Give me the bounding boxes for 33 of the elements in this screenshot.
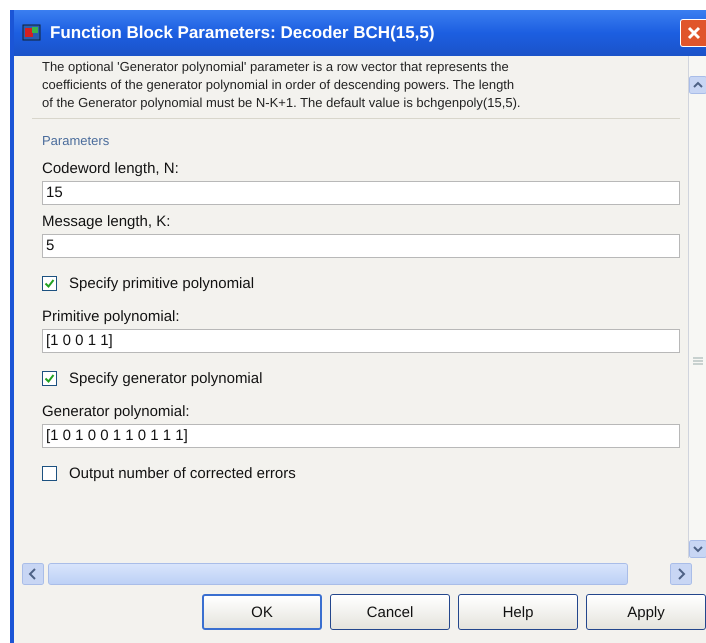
app-icon	[22, 23, 42, 43]
field-label: Primitive polynomial:	[42, 308, 181, 325]
description-text: coefficients of the generator polynomial in order of descending powers. The length	[42, 76, 516, 94]
field-label: Message length, K:	[42, 213, 172, 230]
scroll-right-icon[interactable]	[670, 563, 692, 585]
group-title: Parameters	[42, 133, 110, 148]
scroll-left-icon[interactable]	[22, 563, 44, 585]
checkbox-label: Output number of corrected errors	[69, 464, 296, 482]
vertical-scrollbar[interactable]	[688, 56, 706, 558]
checkbox-label: Specify generator polynomial	[69, 370, 262, 386]
dialog-button[interactable]: Apply	[586, 594, 706, 630]
input-field[interactable]: [1 0 0 1 1]	[42, 329, 680, 353]
input-field[interactable]: 15	[42, 181, 680, 205]
checkbox[interactable]	[42, 466, 57, 480]
close-button[interactable]	[680, 19, 706, 47]
input-field[interactable]: [1 0 1 0 0 1 1 0 1 1 1]	[42, 424, 680, 448]
field-label: Codeword length, N:	[42, 160, 180, 177]
description-text: of the Generator polynomial must be N-K+1. The default value is bchgenpoly(15,5).	[42, 94, 522, 112]
checkbox[interactable]	[42, 276, 57, 290]
scroll-up-icon[interactable]	[688, 76, 706, 94]
checkbox[interactable]	[42, 370, 57, 386]
window-title: Function Block Parameters: Decoder BCH(15,5)	[50, 23, 434, 43]
scroll-thumb[interactable]	[48, 563, 628, 585]
input-field[interactable]: 5	[42, 234, 680, 258]
checkbox-label: Specify primitive polynomial	[69, 274, 254, 292]
dialog-button[interactable]: OK	[202, 594, 322, 630]
scroll-down-icon[interactable]	[688, 540, 706, 558]
grip-icon	[692, 356, 704, 365]
close-icon	[686, 25, 702, 41]
dialog-button[interactable]: Cancel	[330, 594, 450, 630]
description-text: The optional 'Generator polynomial' parameter is a row vector that represents the	[42, 58, 510, 76]
field-label: Generator polynomial:	[42, 403, 191, 420]
dialog-button[interactable]: Help	[458, 594, 578, 630]
